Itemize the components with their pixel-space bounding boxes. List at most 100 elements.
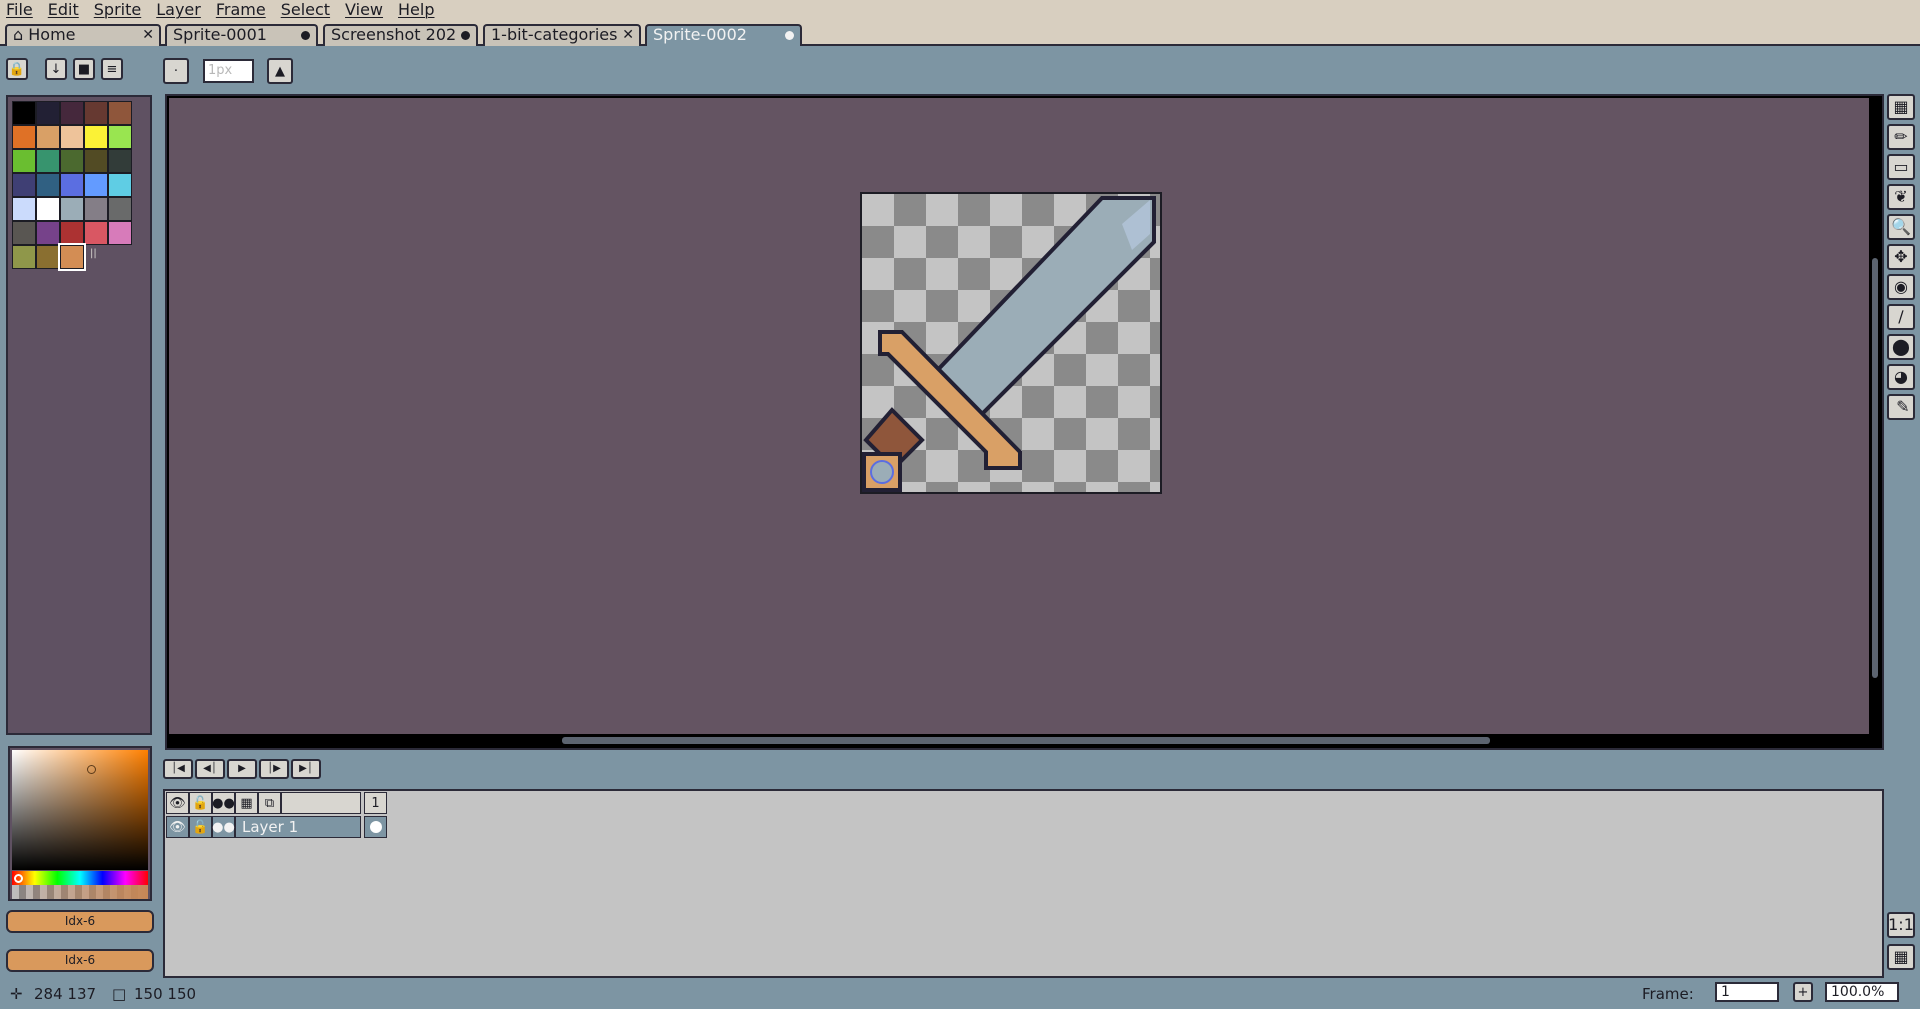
onion-skin-header-icon[interactable]: ⧉ (258, 792, 281, 814)
sprite-canvas[interactable] (860, 192, 1162, 494)
palette-swatch[interactable] (12, 149, 36, 173)
vertical-scrollbar[interactable] (1869, 98, 1882, 734)
palette-swatch[interactable] (60, 197, 84, 221)
eye-header-icon[interactable]: 👁 (166, 792, 189, 814)
color-picker[interactable] (8, 746, 152, 901)
palette-swatch[interactable] (36, 245, 60, 269)
palette-swatch[interactable] (12, 173, 36, 197)
sort-down-icon[interactable]: ↓ (45, 58, 67, 80)
cel-keyframe-icon[interactable] (364, 816, 387, 838)
frame-input[interactable]: 1 (1715, 982, 1779, 1002)
hue-cursor-icon[interactable] (14, 874, 23, 883)
zoom-tool-icon[interactable]: 🔍 (1887, 214, 1915, 240)
modified-dot-icon[interactable] (301, 31, 310, 40)
tab-sprite-0002[interactable]: Sprite-0002 (645, 24, 802, 46)
previous-frame-icon[interactable]: ◀│ (195, 759, 225, 779)
background-color-button[interactable]: Idx-6 (6, 949, 154, 972)
frame-header[interactable]: 1 (364, 792, 387, 814)
palette-swatch[interactable] (60, 101, 84, 125)
palette-swatch[interactable] (60, 125, 84, 149)
timeline-toggle-icon[interactable]: ▦ (1887, 944, 1915, 970)
alpha-slider[interactable] (12, 885, 148, 899)
line-tool-icon[interactable]: ∕ (1887, 304, 1915, 330)
palette-swatch[interactable] (108, 221, 132, 245)
brush-shape-icon[interactable]: · (163, 58, 189, 84)
saturation-value-box[interactable] (12, 750, 148, 870)
layer-lock-icon[interactable]: 🔓 (189, 816, 212, 838)
continuous-header-icon[interactable]: ●● (212, 792, 235, 814)
palette-swatch[interactable] (12, 101, 36, 125)
menu-help[interactable]: Help (398, 1, 434, 19)
palette-swatch[interactable] (58, 243, 86, 271)
pencil-tool-icon[interactable]: ✏ (1887, 124, 1915, 150)
menu-layer[interactable]: Layer (156, 1, 201, 19)
layer-name[interactable]: Layer 1 (235, 816, 361, 838)
tab-home[interactable]: ⌂ Home ✕ (5, 24, 161, 46)
first-frame-icon[interactable]: │◀ (163, 759, 193, 779)
ink-icon[interactable]: ▲ (267, 58, 293, 84)
eraser-tool-icon[interactable]: ▭ (1887, 154, 1915, 180)
palette-swatch[interactable] (84, 149, 108, 173)
blur-tool-icon[interactable]: ◕ (1887, 364, 1915, 390)
tab-1-bit-categories[interactable]: 1-bit-categories ✕ (483, 24, 641, 46)
color-cursor-icon[interactable] (87, 765, 96, 774)
hue-slider[interactable] (12, 871, 148, 885)
eyedropper-tool-icon[interactable]: ❦ (1887, 184, 1915, 210)
palette-swatch[interactable] (60, 173, 84, 197)
last-frame-icon[interactable]: ▶│ (291, 759, 321, 779)
palette-swatch[interactable] (36, 173, 60, 197)
brush-size-input[interactable]: 1px (203, 59, 254, 83)
palette-swatch[interactable] (60, 149, 84, 173)
play-icon[interactable]: ▶ (227, 759, 257, 779)
palette-swatch[interactable] (36, 125, 60, 149)
palette-swatch[interactable] (12, 221, 36, 245)
palette-swatch[interactable] (84, 173, 108, 197)
palette-swatch[interactable] (60, 221, 84, 245)
palette-square-icon[interactable]: ■ (73, 58, 95, 80)
palette-swatch[interactable] (84, 197, 108, 221)
palette-menu-icon[interactable]: ≡ (101, 58, 123, 80)
menu-frame[interactable]: Frame (216, 1, 266, 19)
ellipse-tool-icon[interactable]: ⬤ (1887, 334, 1915, 360)
palette-swatch[interactable] (36, 221, 60, 245)
move-tool-icon[interactable]: ✥ (1887, 244, 1915, 270)
palette-swatch[interactable] (12, 197, 36, 221)
layer-continuous-icon[interactable]: ●● (212, 816, 235, 838)
horizontal-scrollbar[interactable] (169, 734, 1882, 748)
palette-swatch[interactable] (108, 149, 132, 173)
close-icon[interactable]: ✕ (142, 26, 154, 44)
paint-bucket-tool-icon[interactable]: ◉ (1887, 274, 1915, 300)
menu-sprite[interactable]: Sprite (94, 1, 141, 19)
palette-swatch[interactable] (84, 101, 108, 125)
palette-resize-handle-icon[interactable]: || (90, 248, 97, 259)
palette-swatch[interactable] (36, 149, 60, 173)
close-icon[interactable]: ✕ (622, 26, 634, 44)
next-frame-icon[interactable]: │▶ (259, 759, 289, 779)
palette-swatch[interactable] (12, 125, 36, 149)
palette-swatch[interactable] (36, 101, 60, 125)
spray-tool-icon[interactable]: ✎ (1887, 394, 1915, 420)
sprite-editor[interactable] (165, 94, 1884, 750)
foreground-color-button[interactable]: Idx-6 (6, 910, 154, 933)
layer-options-header-icon[interactable]: ▦ (235, 792, 258, 814)
lock-header-icon[interactable]: 🔓 (189, 792, 212, 814)
add-frame-icon[interactable]: + (1793, 982, 1813, 1002)
canvas-area[interactable] (169, 98, 1869, 734)
menu-file[interactable]: File (6, 1, 33, 19)
layer-visibility-icon[interactable]: 👁 (166, 816, 189, 838)
palette-swatch[interactable] (108, 173, 132, 197)
palette-swatch[interactable] (108, 125, 132, 149)
palette-swatch[interactable] (108, 197, 132, 221)
tab-screenshot[interactable]: Screenshot 202 (323, 24, 478, 46)
lock-palette-icon[interactable]: 🔒 (6, 58, 28, 80)
modified-dot-icon[interactable] (461, 31, 470, 40)
menu-select[interactable]: Select (281, 1, 330, 19)
menu-view[interactable]: View (345, 1, 383, 19)
marquee-tool-icon[interactable]: ▦ (1887, 94, 1915, 120)
palette-swatch[interactable] (12, 245, 36, 269)
menu-edit[interactable]: Edit (48, 1, 79, 19)
one-to-one-icon[interactable]: 1:1 (1887, 912, 1915, 938)
palette-swatch[interactable] (84, 221, 108, 245)
zoom-input[interactable]: 100.0% (1825, 982, 1899, 1002)
palette-swatch[interactable] (84, 125, 108, 149)
